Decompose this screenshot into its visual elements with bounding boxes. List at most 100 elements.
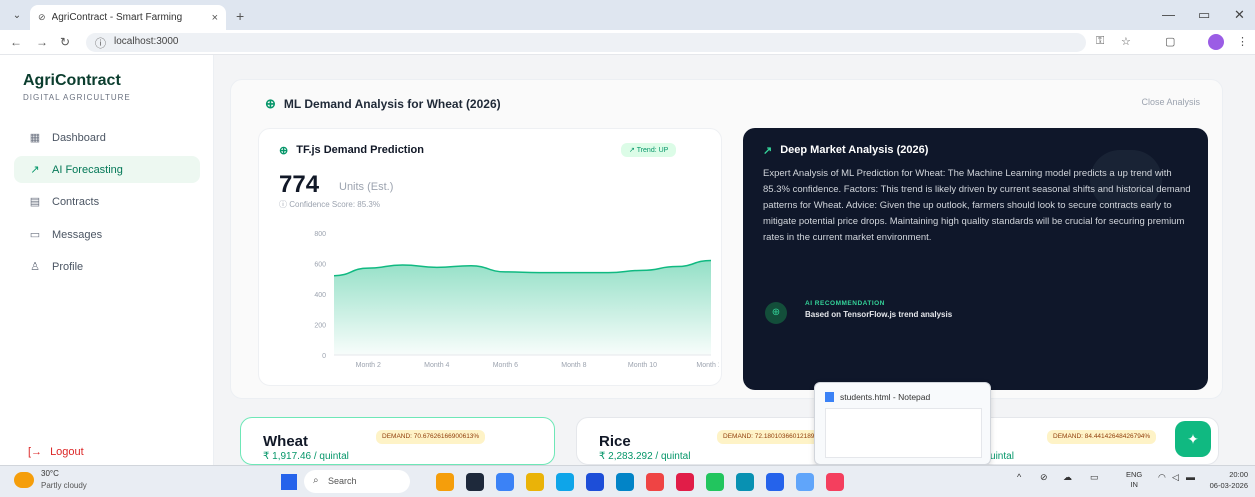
extensions-icon[interactable]: ▢ <box>1165 35 1175 48</box>
x-tick-label: Month 12 <box>696 362 719 369</box>
sidebar-item-dashboard[interactable]: ▦ Dashboard <box>14 124 200 151</box>
clock[interactable]: 20:00 06-03-2026 <box>1206 469 1248 491</box>
back-icon[interactable]: ← <box>10 35 22 49</box>
demand-badge: DEMAND: 72.18010366012189 <box>717 430 821 444</box>
restore-icon[interactable]: ▭ <box>1198 7 1210 23</box>
tray-battery-icon[interactable]: ▭ <box>1090 472 1099 483</box>
analysis-title-text: ML Demand Analysis for Wheat (2026) <box>283 97 501 111</box>
brand-tagline: DIGITAL AGRICULTURE <box>23 93 131 102</box>
wifi-icon[interactable]: ◠ <box>1158 472 1166 483</box>
confidence-text: Confidence Score: 85.3% <box>289 200 380 209</box>
app-icon-mcafee[interactable] <box>676 473 694 491</box>
url-field[interactable]: ⓘ localhost:3000 <box>86 33 1086 52</box>
trend-icon: ↗ <box>30 164 40 176</box>
profile-avatar[interactable] <box>1208 34 1224 50</box>
x-tick-label: Month 2 <box>356 362 381 369</box>
logout-button[interactable]: [→ Logout <box>28 446 84 458</box>
grid-icon: ▦ <box>29 132 41 144</box>
sidebar-item-contracts[interactable]: ▤ Contracts <box>14 188 200 215</box>
document-icon: ▤ <box>29 196 41 208</box>
minimize-icon[interactable]: — <box>1162 7 1175 22</box>
main-content: ⊕ ML Demand Analysis for Wheat (2026) Cl… <box>214 55 1255 465</box>
logout-icon: [→ <box>28 446 43 458</box>
forward-icon[interactable]: → <box>36 35 48 49</box>
x-tick-label: Month 10 <box>628 362 657 369</box>
close-window-icon[interactable]: ✕ <box>1234 7 1245 23</box>
battery-icon[interactable]: ▬ <box>1186 472 1195 482</box>
app-icon-support[interactable] <box>616 473 634 491</box>
brain-icon: ⊕ <box>265 96 276 111</box>
site-info-icon[interactable]: ⓘ <box>95 35 106 51</box>
brand-logo[interactable]: AgriContract <box>23 72 121 90</box>
tray-chevron-icon[interactable]: ^ <box>1017 472 1021 482</box>
demand-chart: 0 200 400 600 800 Month 2 Month 4 Month 6 Month … <box>314 231 719 369</box>
weather-temp: 30°C <box>41 469 59 478</box>
tab-search-icon[interactable]: ⌄ <box>8 8 26 24</box>
clock-time: 20:00 <box>1229 470 1248 479</box>
notepad-icon <box>825 392 834 402</box>
app-icon-notepad[interactable] <box>796 473 814 491</box>
deep-analysis-text: Expert Analysis of ML Prediction for Whe… <box>763 168 1191 243</box>
crop-price: ₹ 2,283.292 / quintal <box>599 451 691 462</box>
analysis-title: ⊕ ML Demand Analysis for Wheat (2026) <box>265 96 501 112</box>
deep-analysis-card: ↗ Deep Market Analysis (2026) Expert Ana… <box>743 128 1208 390</box>
taskbar-search[interactable]: ⌕ Search <box>304 470 410 493</box>
weather-icon[interactable] <box>14 472 34 488</box>
app-icon-whatsapp[interactable] <box>736 473 754 491</box>
close-analysis-button[interactable]: Close Analysis <box>1141 97 1200 107</box>
windows-start-icon[interactable] <box>281 474 297 490</box>
tray-network-icon[interactable]: ⊘ <box>1040 472 1048 483</box>
app-icon-copilot[interactable] <box>436 473 454 491</box>
trend-badge: ↗ Trend: UP <box>621 143 677 157</box>
sidebar-item-label: Contracts <box>52 195 100 208</box>
menu-dots-icon[interactable]: ⋮ <box>1237 35 1248 48</box>
app-icon-store[interactable] <box>556 473 574 491</box>
app-icon-chrome[interactable] <box>646 473 664 491</box>
address-bar: ← → ↻ ⓘ localhost:3000 ⚿ ☆ ▢ ⋮ <box>0 30 1255 55</box>
crop-name: Wheat <box>263 433 308 450</box>
browser-tab-bar: ⌄ ⊘ AgriContract - Smart Farming × + — ▭… <box>0 0 1255 30</box>
prediction-unit: Units (Est.) <box>339 181 394 193</box>
notepad-thumbnail <box>825 408 982 458</box>
logout-label: Logout <box>50 446 84 458</box>
tray-cloud-icon[interactable]: ☁ <box>1063 472 1072 483</box>
notepad-title-text: students.html - Notepad <box>840 392 931 402</box>
folder-icon[interactable] <box>526 473 544 491</box>
new-tab-button[interactable]: + <box>236 8 244 24</box>
password-key-icon[interactable]: ⚿ <box>1096 35 1104 48</box>
app-icon-taskview[interactable] <box>466 473 484 491</box>
tab-close-icon[interactable]: × <box>212 12 218 24</box>
language-indicator[interactable]: ENG IN <box>1126 470 1142 490</box>
brain-icon: ⊕ <box>279 145 289 157</box>
prediction-value: 774 <box>279 171 320 198</box>
sidebar: AgriContract DIGITAL AGRICULTURE ▦ Dashb… <box>0 55 214 465</box>
weather-desc: Partly cloudy <box>41 481 87 490</box>
sidebar-item-profile[interactable]: ♙ Profile <box>14 253 200 280</box>
notepad-title: students.html - Notepad <box>825 392 930 402</box>
clock-date: 06-03-2026 <box>1209 481 1248 490</box>
reload-icon[interactable]: ↻ <box>60 35 70 49</box>
app-icon-other[interactable] <box>826 473 844 491</box>
demand-badge: DEMAND: 84.44142648426794% <box>1047 430 1157 444</box>
app-icon-vscode[interactable] <box>766 473 784 491</box>
message-icon: ▭ <box>29 229 41 241</box>
notepad-preview[interactable]: students.html - Notepad <box>814 382 991 465</box>
prediction-card: ⊕ TF.js Demand Prediction ↗ Trend: UP 77… <box>258 128 722 386</box>
trend-icon: ↗ <box>763 145 773 157</box>
browser-tab[interactable]: ⊘ AgriContract - Smart Farming × <box>30 5 226 30</box>
sidebar-item-ai-forecasting[interactable]: ↗ AI Forecasting <box>14 156 200 183</box>
app-icon-hp[interactable] <box>586 473 604 491</box>
sidebar-item-messages[interactable]: ▭ Messages <box>14 221 200 248</box>
app-icon-edge[interactable] <box>496 473 514 491</box>
lang-top: ENG <box>1126 470 1143 479</box>
bookmark-star-icon[interactable]: ☆ <box>1121 35 1131 48</box>
prediction-title: ⊕ TF.js Demand Prediction <box>279 144 424 157</box>
y-tick-label: 0 <box>322 353 326 360</box>
volume-icon[interactable]: ◁ <box>1172 472 1179 483</box>
sidebar-item-label: Dashboard <box>52 131 106 144</box>
ai-assistant-button[interactable]: ✦ <box>1175 421 1211 457</box>
app-icon-chrome-alt[interactable] <box>706 473 724 491</box>
crop-card-wheat[interactable]: Wheat DEMAND: 70.67626166900613% ₹ 1,917… <box>240 417 555 465</box>
deep-analysis-title-text: Deep Market Analysis (2026) <box>780 144 929 156</box>
analysis-panel: ⊕ ML Demand Analysis for Wheat (2026) Cl… <box>230 79 1223 399</box>
